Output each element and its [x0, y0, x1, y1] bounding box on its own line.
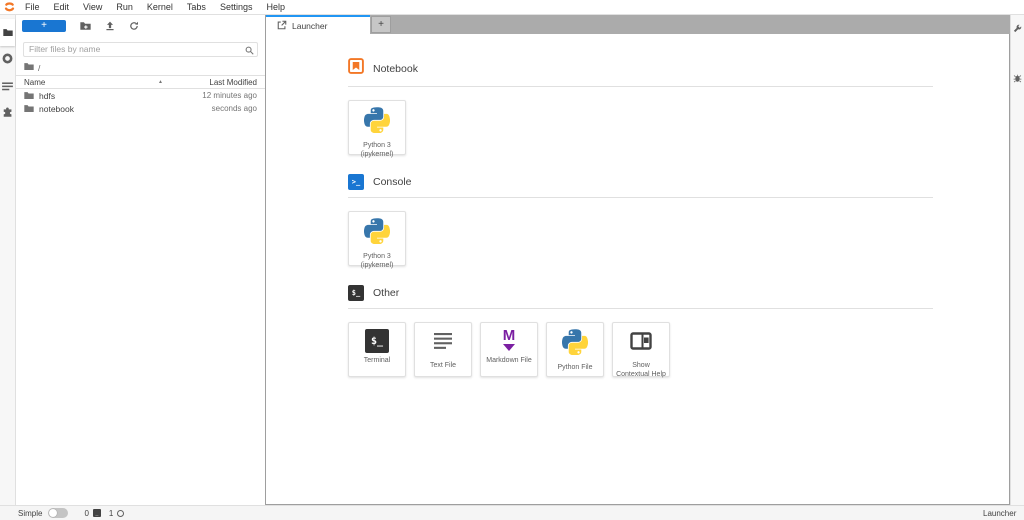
- search-icon: [245, 42, 254, 60]
- main-dock-panel: Launcher + Notebook: [265, 15, 1010, 505]
- launcher-section-other: $_ Other $_ Terminal: [348, 285, 933, 377]
- active-panel-label: Launcher: [983, 509, 1016, 518]
- puzzle-icon: [2, 105, 13, 123]
- launcher-card-notebook-python3[interactable]: Python 3 (ipykernel): [348, 100, 406, 155]
- card-label: Python File: [555, 363, 594, 372]
- terminal-icon: $_: [348, 285, 364, 301]
- sidebar-tab-file-browser[interactable]: [0, 19, 15, 46]
- file-browser-toolbar: +: [16, 15, 265, 36]
- card-label: Text File: [428, 361, 458, 370]
- menu-run[interactable]: Run: [109, 2, 140, 12]
- terminal-status-icon[interactable]: _: [93, 509, 101, 517]
- text-file-icon: [431, 329, 455, 358]
- menu-file[interactable]: File: [18, 2, 47, 12]
- simple-mode-toggle[interactable]: [48, 508, 68, 518]
- main-tab-bar: Launcher +: [266, 15, 1010, 34]
- notebook-icon: [348, 58, 364, 79]
- python-logo-icon: [364, 218, 390, 249]
- file-list-header: Name ▲ Last Modified: [16, 75, 265, 89]
- kernels-count[interactable]: 1: [109, 509, 113, 518]
- launcher-card-python-file[interactable]: Python File: [546, 322, 604, 377]
- menu-kernel[interactable]: Kernel: [140, 2, 180, 12]
- column-header-last-modified[interactable]: Last Modified: [177, 78, 257, 87]
- jupyter-logo-icon: [0, 1, 18, 13]
- refresh-icon[interactable]: [129, 21, 139, 31]
- tab-launcher[interactable]: Launcher: [266, 15, 370, 34]
- sidebar-tab-extensions[interactable]: [0, 100, 15, 127]
- menu-bar: File Edit View Run Kernel Tabs Settings …: [0, 0, 1024, 15]
- column-header-name[interactable]: Name: [24, 78, 158, 87]
- menu-view[interactable]: View: [76, 2, 109, 12]
- section-title-other: Other: [373, 287, 399, 299]
- status-bar: Simple 0 _ 1 Launcher: [0, 505, 1024, 520]
- console-icon: >_: [348, 174, 364, 190]
- launcher-card-console-python3[interactable]: Python 3 (ipykernel): [348, 211, 406, 266]
- menu-tabs[interactable]: Tabs: [180, 2, 213, 12]
- new-folder-icon[interactable]: [80, 21, 91, 31]
- launcher-section-console: >_ Console Python 3 (ipykernel): [348, 174, 933, 266]
- launcher-card-show-contextual-help[interactable]: Show Contextual Help: [612, 322, 670, 377]
- file-name: hdfs: [39, 91, 202, 101]
- launcher-card-terminal[interactable]: $_ Terminal: [348, 322, 406, 377]
- file-row-notebook[interactable]: notebook seconds ago: [16, 102, 265, 115]
- right-activity-bar: [1010, 15, 1024, 505]
- file-modified: 12 minutes ago: [202, 91, 257, 100]
- list-icon: [2, 78, 13, 96]
- launcher-card-text-file[interactable]: Text File: [414, 322, 472, 377]
- debugger-bug-icon[interactable]: [1013, 70, 1022, 88]
- card-label: Show Contextual Help: [613, 361, 669, 379]
- sidebar-tab-table-of-contents[interactable]: [0, 73, 15, 100]
- card-label: Markdown File: [484, 356, 534, 365]
- home-folder-icon[interactable]: [24, 62, 34, 73]
- property-inspector-icon[interactable]: [1013, 20, 1022, 38]
- section-title-notebook: Notebook: [373, 63, 418, 75]
- python-logo-icon: [562, 329, 588, 360]
- launcher-tab-icon: [277, 20, 287, 32]
- launcher-section-notebook: Notebook Python 3 (ipykernel): [348, 58, 933, 155]
- jupyterlab-app: File Edit View Run Kernel Tabs Settings …: [0, 0, 1024, 520]
- card-label: Python 3 (ipykernel): [349, 252, 405, 270]
- filter-box: [23, 39, 258, 57]
- tab-label: Launcher: [292, 21, 327, 31]
- kernel-status-icon[interactable]: [117, 510, 124, 517]
- new-launcher-button[interactable]: +: [22, 20, 66, 32]
- filter-files-input[interactable]: [23, 42, 258, 57]
- contextual-help-icon: [629, 329, 653, 358]
- terminals-count[interactable]: 0: [84, 509, 88, 518]
- simple-mode-label: Simple: [18, 509, 42, 518]
- running-circle-icon: [2, 51, 13, 69]
- file-row-hdfs[interactable]: hdfs 12 minutes ago: [16, 89, 265, 102]
- breadcrumb: /: [16, 59, 265, 75]
- left-activity-bar: [0, 15, 16, 505]
- folder-icon: [24, 104, 34, 113]
- python-logo-icon: [364, 107, 390, 138]
- toggle-knob: [49, 509, 57, 517]
- sidebar-tab-running-sessions[interactable]: [0, 46, 15, 73]
- launcher-card-markdown-file[interactable]: M Markdown File: [480, 322, 538, 377]
- card-label: Terminal: [362, 356, 392, 365]
- menu-settings[interactable]: Settings: [213, 2, 260, 12]
- card-label: Python 3 (ipykernel): [349, 141, 405, 159]
- folder-icon: [24, 91, 34, 100]
- menu-edit[interactable]: Edit: [47, 2, 77, 12]
- section-title-console: Console: [373, 176, 412, 188]
- sort-ascending-icon[interactable]: ▲: [158, 79, 163, 85]
- new-tab-button[interactable]: +: [371, 16, 391, 33]
- markdown-icon: M: [497, 329, 521, 353]
- file-browser-panel: + /: [16, 15, 265, 505]
- launcher-panel: Notebook Python 3 (ipykernel): [266, 34, 1010, 505]
- folder-icon: [3, 24, 13, 42]
- terminal-icon: $_: [365, 329, 389, 353]
- menu-help[interactable]: Help: [259, 2, 292, 12]
- breadcrumb-path: /: [38, 63, 40, 73]
- upload-icon[interactable]: [105, 21, 115, 31]
- file-modified: seconds ago: [212, 104, 257, 113]
- file-name: notebook: [39, 104, 212, 114]
